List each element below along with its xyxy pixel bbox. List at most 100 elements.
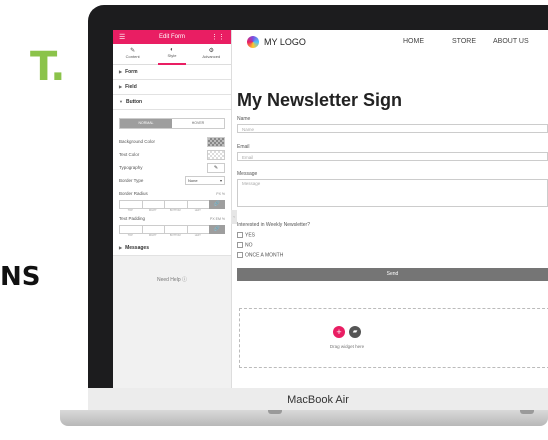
dim-input[interactable] — [141, 200, 164, 209]
section-label: Field — [125, 84, 137, 90]
dim-input[interactable] — [186, 200, 209, 209]
section-form[interactable]: ▶ Form — [113, 65, 231, 80]
dim-input[interactable] — [186, 225, 209, 234]
option-label: NO — [245, 242, 253, 249]
dim-label: RIGHT — [148, 209, 157, 212]
dim-label: BOTTOM — [169, 234, 181, 237]
add-widget-icon[interactable]: + — [333, 326, 345, 338]
section-label: Form — [125, 69, 138, 75]
border-radius-row: Border Radius PX % — [119, 187, 225, 200]
link-icon[interactable]: 🔗 — [209, 200, 225, 209]
dim-label: TOP — [127, 209, 133, 212]
laptop-base — [60, 410, 548, 426]
laptop-chin: MacBook Air — [88, 388, 548, 412]
text-padding-label: Text Padding — [119, 216, 146, 221]
border-type-row: Border Type None — [119, 174, 225, 187]
caret-right-icon: ▶ — [119, 69, 123, 74]
border-type-select[interactable]: None — [185, 176, 225, 185]
dim-input[interactable] — [164, 200, 187, 209]
checkbox[interactable] — [237, 252, 243, 258]
border-type-label: Border Type — [119, 178, 144, 183]
drop-zone[interactable]: + ▰ Drag widget here — [239, 308, 548, 368]
email-field[interactable]: Email — [237, 152, 548, 161]
need-help-link[interactable]: Need Help ⓘ — [113, 276, 231, 283]
section-messages[interactable]: ▶ Messages — [113, 241, 231, 256]
checkbox[interactable] — [237, 242, 243, 248]
text-color-row: Text Color — [119, 148, 225, 161]
state-hover-tab[interactable]: HOVER — [172, 119, 224, 128]
bg-color-label: Background Color — [119, 139, 156, 144]
dim-label: LEFT — [194, 209, 201, 212]
newsletter-form: Name Name Email Email Message Message In… — [237, 30, 548, 388]
gear-icon: ⚙ — [208, 48, 215, 54]
tab-content[interactable]: ✎ Content — [113, 44, 152, 64]
bg-color-row: Background Color — [119, 135, 225, 148]
dim-input[interactable] — [119, 200, 142, 209]
device-label: MacBook Air — [287, 394, 349, 406]
pencil-icon: ✎ — [130, 48, 136, 54]
option-label: ONCE A MONTH — [245, 252, 284, 259]
state-switch: NORMAL HOVER — [119, 118, 225, 129]
dim-input[interactable] — [119, 225, 142, 234]
tab-label: Advanced — [202, 54, 221, 59]
section-label: Messages — [125, 245, 149, 251]
background-subheading: NS — [0, 262, 41, 292]
folder-icon[interactable]: ▰ — [349, 326, 361, 338]
section-label: Button — [125, 99, 143, 105]
link-icon[interactable]: 🔗 — [209, 225, 225, 234]
tab-style[interactable]: ◐ Style — [152, 44, 191, 65]
laptop-screen: ☰ Edit Form ⋮⋮ ✎ Content ◐ Style ⚙ Advan… — [113, 30, 548, 388]
background-headline: T. — [30, 44, 65, 90]
border-radius-inputs: 🔗 — [119, 200, 225, 209]
edit-pencil-icon[interactable]: ✎ — [207, 162, 225, 173]
checkbox[interactable] — [237, 232, 243, 238]
text-color-swatch[interactable] — [207, 149, 225, 160]
name-label: Name — [237, 116, 251, 122]
grid-icon[interactable]: ⋮⋮ — [211, 33, 225, 41]
dim-label: BOTTOM — [169, 209, 181, 212]
laptop-foot — [520, 410, 534, 414]
bg-color-swatch[interactable] — [207, 136, 225, 147]
caret-right-icon: ▶ — [119, 245, 123, 250]
option-no[interactable]: NO — [237, 242, 253, 248]
typography-row: Typography ✎ — [119, 161, 225, 174]
typography-label: Typography — [119, 165, 143, 170]
message-field[interactable]: Message — [237, 179, 548, 207]
option-yes[interactable]: YES — [237, 232, 255, 238]
caret-down-icon: ▼ — [119, 99, 123, 104]
editor-panel: ☰ Edit Form ⋮⋮ ✎ Content ◐ Style ⚙ Advan… — [113, 30, 232, 388]
send-button[interactable]: Send — [237, 268, 548, 281]
button-settings: NORMAL HOVER Background Color Text Color… — [113, 110, 231, 241]
editor-header: ☰ Edit Form ⋮⋮ — [113, 30, 231, 44]
need-help-label: Need Help — [156, 277, 181, 283]
email-label: Email — [237, 144, 250, 150]
editor-tabs: ✎ Content ◐ Style ⚙ Advanced — [113, 44, 231, 65]
newsletter-question: Interested in Weekly Newsletter? — [237, 222, 310, 228]
dim-label: TOP — [127, 234, 133, 237]
state-normal-tab[interactable]: NORMAL — [120, 119, 172, 128]
tab-label: Content — [125, 54, 140, 59]
dim-input[interactable] — [164, 225, 187, 234]
section-field[interactable]: ▶ Field — [113, 80, 231, 95]
radius-units[interactable]: PX % — [216, 192, 225, 196]
padding-units[interactable]: PX EM % — [210, 217, 225, 221]
help-icon: ⓘ — [182, 277, 188, 283]
caret-right-icon: ▶ — [119, 84, 123, 89]
text-color-label: Text Color — [119, 152, 140, 157]
section-button[interactable]: ▼ Button — [113, 95, 231, 110]
option-monthly[interactable]: ONCE A MONTH — [237, 252, 283, 258]
tab-label: Style — [167, 53, 177, 58]
message-label: Message — [237, 171, 258, 177]
drop-zone-text: Drag widget here — [329, 344, 365, 349]
dim-label: LEFT — [194, 234, 201, 237]
dim-input[interactable] — [141, 225, 164, 234]
text-padding-row: Text Padding PX EM % — [119, 212, 225, 225]
tab-advanced[interactable]: ⚙ Advanced — [192, 44, 231, 64]
dim-labels: TOP RIGHT BOTTOM LEFT — [119, 234, 225, 237]
border-radius-label: Border Radius — [119, 191, 148, 196]
option-label: YES — [245, 232, 256, 239]
text-padding-inputs: 🔗 — [119, 225, 225, 234]
laptop-foot — [268, 410, 282, 414]
dim-label: RIGHT — [148, 234, 157, 237]
name-field[interactable]: Name — [237, 124, 548, 133]
